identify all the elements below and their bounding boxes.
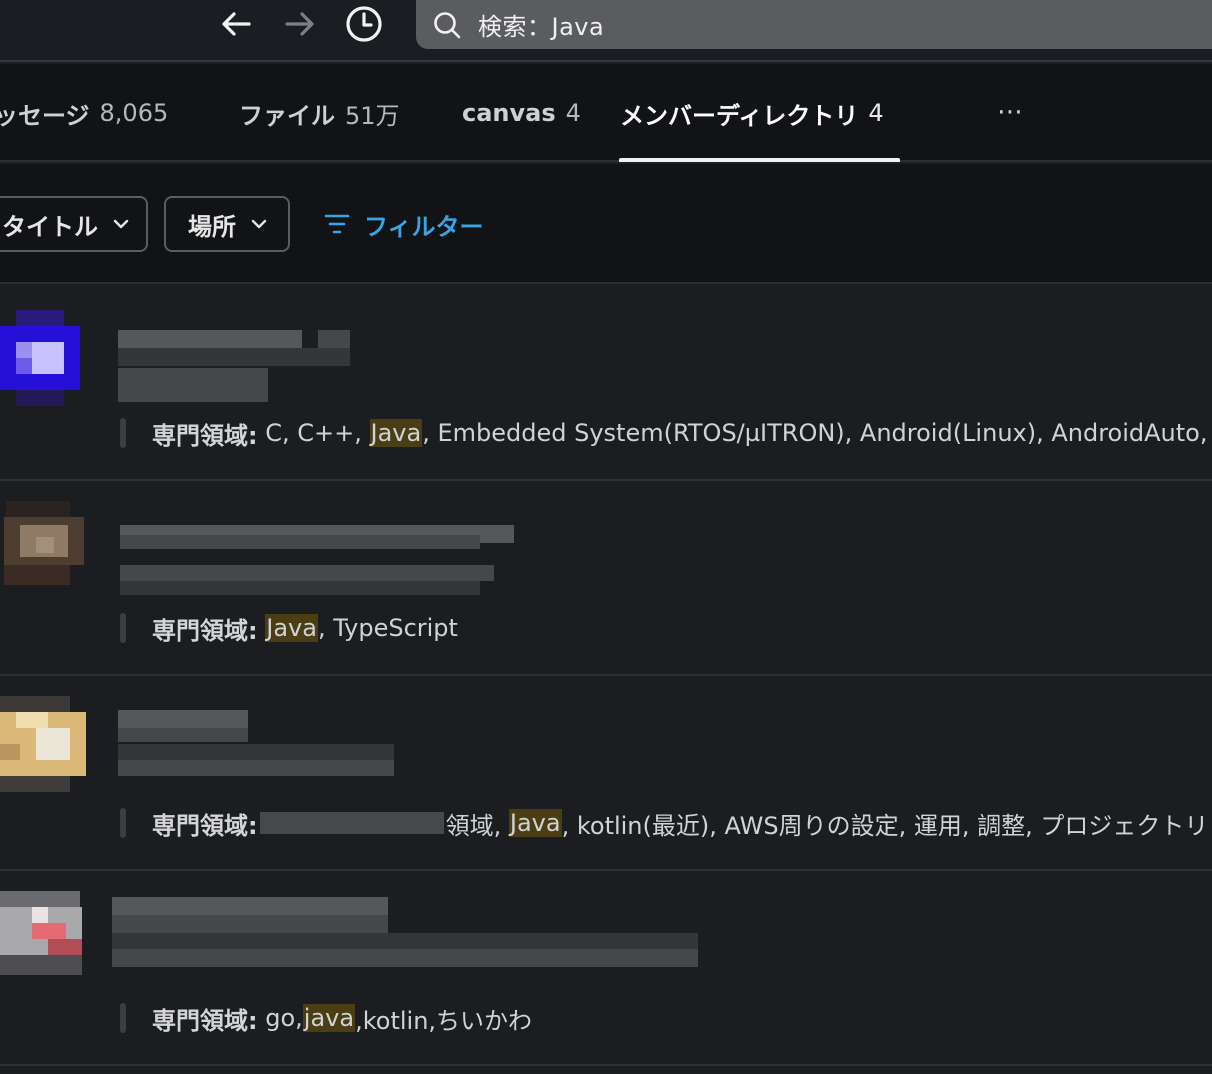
avatar[interactable] <box>0 501 86 601</box>
result-tabs: ッセージ 8,065 ファイル 51万 canvas 4 メンバーディレクトリ … <box>0 64 1212 162</box>
search-query: 検索：Java <box>478 13 605 41</box>
expertise-label: 専門領域: <box>152 811 258 840</box>
expertise-label: 専門領域: <box>152 616 258 645</box>
location-dropdown[interactable]: 場所 <box>164 196 290 252</box>
tab-count: 4 <box>868 99 884 127</box>
filter-button[interactable]: フィルター <box>324 204 484 244</box>
search-highlight: java <box>302 1004 356 1032</box>
title-dropdown-label: タイトル <box>2 212 98 241</box>
quote-bar <box>120 418 126 448</box>
top-bar: 検索：Java <box>0 0 1212 62</box>
expertise-line: 専門領域: go, java ,kotlin,ちいかわ <box>120 1001 1212 1035</box>
search-bar[interactable]: 検索：Java <box>416 0 1212 49</box>
back-arrow-icon <box>222 12 251 36</box>
member-results: 専門領域: C, C++, Java , Embedded System(RTO… <box>0 286 1212 1066</box>
expertise-label: 専門領域: <box>152 1006 258 1035</box>
expertise-text: go, <box>257 1004 303 1032</box>
expertise-text: , TypeScript <box>317 614 458 642</box>
member-row[interactable]: 専門領域: Java , TypeScript <box>0 481 1212 676</box>
tab-messages[interactable]: ッセージ 8,065 <box>0 64 168 162</box>
location-dropdown-label: 場所 <box>188 212 236 241</box>
avatar[interactable] <box>0 891 86 991</box>
search-highlight: Java <box>369 419 423 447</box>
expertise-text <box>258 614 266 642</box>
expertise-text: , Embedded System(RTOS/µITRON), Android(… <box>422 419 1212 447</box>
avatar[interactable] <box>0 306 86 406</box>
redacted-text <box>259 812 444 834</box>
back-button[interactable] <box>216 4 256 44</box>
chevron-down-icon <box>113 219 129 229</box>
tab-canvas[interactable]: canvas 4 <box>462 64 581 162</box>
expertise-text: 領域, <box>445 811 509 840</box>
tab-count: 51万 <box>345 101 400 130</box>
search-icon <box>434 11 461 38</box>
tab-count: 8,065 <box>99 99 169 127</box>
search-highlight: Java <box>265 614 318 642</box>
chevron-down-icon <box>251 219 267 229</box>
expertise-text: ,kotlin,ちいかわ <box>355 1006 533 1035</box>
member-row[interactable]: 専門領域: 領域, Java , kotlin(最近), AWS周りの設定, 運… <box>0 676 1212 871</box>
filter-button-label: フィルター <box>364 212 484 241</box>
quote-bar <box>120 613 126 643</box>
search-highlight: Java <box>508 809 562 837</box>
expertise-text: , kotlin(最近), AWS周りの設定, 運用, 調整, プロジェクトリ <box>561 811 1209 840</box>
expertise-line: 専門領域: Java , TypeScript <box>120 611 1212 645</box>
tab-label: canvas <box>462 99 556 127</box>
filter-bar: タイトル 場所 フィルター <box>0 164 1212 284</box>
forward-button[interactable] <box>280 4 320 44</box>
active-tab-indicator <box>619 158 900 162</box>
member-row[interactable]: 専門領域: go, java ,kotlin,ちいかわ <box>0 871 1212 1066</box>
title-dropdown[interactable]: タイトル <box>0 196 148 252</box>
history-button[interactable] <box>344 4 384 44</box>
filter-icon <box>324 214 350 234</box>
expertise-text: C, C++, <box>257 419 370 447</box>
clock-icon <box>346 6 382 42</box>
expertise-line: 専門領域: C, C++, Java , Embedded System(RTO… <box>120 416 1212 450</box>
expertise-line: 専門領域: 領域, Java , kotlin(最近), AWS周りの設定, 運… <box>120 806 1212 840</box>
forward-arrow-icon <box>285 12 314 36</box>
tab-label: ファイル <box>239 101 335 130</box>
member-row[interactable]: 専門領域: C, C++, Java , Embedded System(RTO… <box>0 286 1212 481</box>
more-tabs-button[interactable]: ⋯ <box>990 94 1030 134</box>
expertise-label: 専門領域: <box>152 421 258 450</box>
tab-files[interactable]: ファイル 51万 <box>239 64 400 162</box>
app-window: 検索：Java ッセージ 8,065 ファイル 51万 canvas 4 メンバ… <box>0 0 1212 1074</box>
tab-label: ッセージ <box>0 101 90 130</box>
tab-count: 4 <box>565 99 581 127</box>
tab-member-directory[interactable]: メンバーディレクトリ 4 <box>620 64 884 162</box>
quote-bar <box>120 1003 126 1033</box>
avatar[interactable] <box>0 696 86 796</box>
quote-bar <box>120 808 126 838</box>
tab-label: メンバーディレクトリ <box>620 101 859 130</box>
